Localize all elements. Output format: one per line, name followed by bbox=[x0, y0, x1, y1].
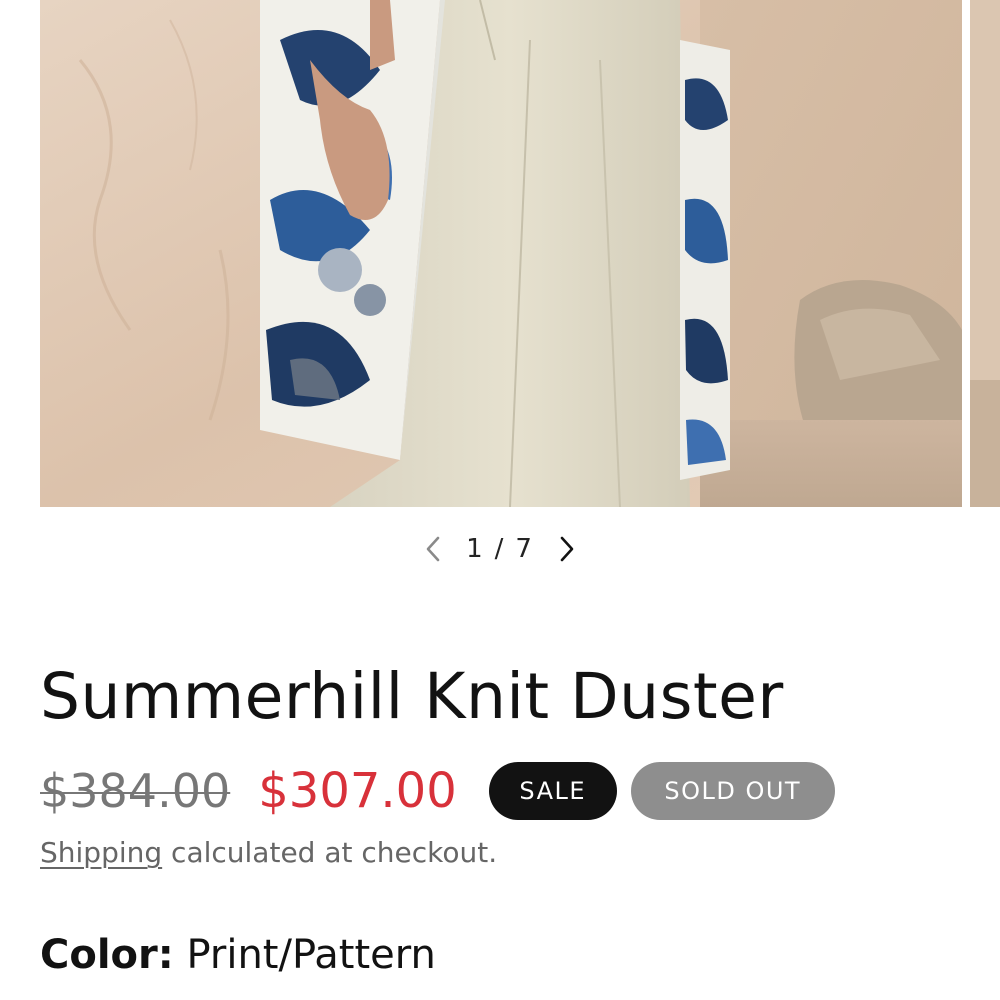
next-image-peek[interactable] bbox=[970, 0, 1000, 507]
product-title: Summerhill Knit Duster bbox=[40, 660, 784, 733]
slide-counter-separator: / bbox=[494, 534, 506, 564]
shipping-note: Shipping calculated at checkout. bbox=[40, 836, 497, 869]
product-image[interactable] bbox=[40, 0, 962, 507]
sale-badge: SALE bbox=[488, 762, 617, 820]
product-page: 1 / 7 Summerhill Knit Duster $384.00 $30… bbox=[0, 0, 1000, 1000]
slide-counter-current: 1 bbox=[466, 534, 485, 564]
sale-price: $307.00 bbox=[258, 763, 457, 819]
shipping-link[interactable]: Shipping bbox=[40, 836, 162, 869]
regular-price: $384.00 bbox=[40, 764, 231, 818]
previous-slide-button[interactable] bbox=[410, 526, 456, 572]
slide-counter: 1 / 7 bbox=[466, 534, 534, 564]
price-row: $384.00 $307.00 SALE SOLD OUT bbox=[40, 760, 835, 822]
sold-out-badge: SOLD OUT bbox=[630, 762, 835, 820]
variant-name: Color: bbox=[40, 932, 174, 978]
slide-counter-total: 7 bbox=[515, 534, 534, 564]
chevron-left-icon bbox=[423, 535, 443, 563]
next-slide-button[interactable] bbox=[544, 526, 590, 572]
variant-value: Print/Pattern bbox=[173, 932, 436, 978]
color-variant-label: Color: Print/Pattern bbox=[40, 932, 436, 978]
shipping-note-text: calculated at checkout. bbox=[162, 836, 498, 869]
chevron-right-icon bbox=[557, 535, 577, 563]
product-gallery[interactable] bbox=[0, 0, 1000, 507]
slider-controls: 1 / 7 bbox=[0, 524, 1000, 574]
